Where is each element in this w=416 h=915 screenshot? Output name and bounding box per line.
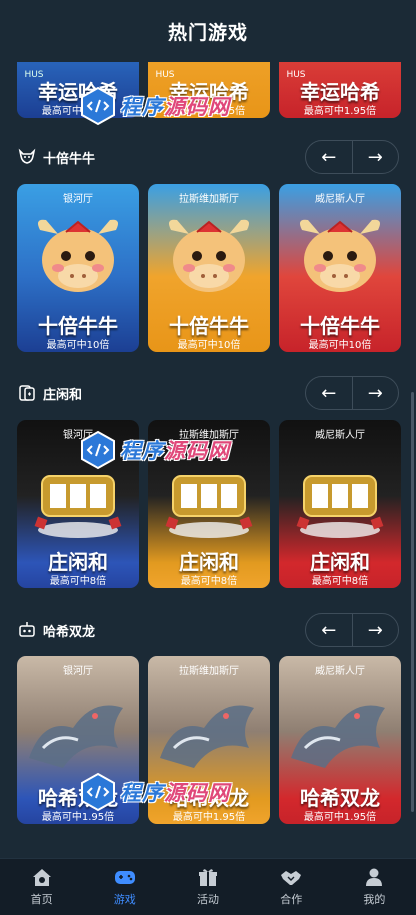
card-game-name: 哈希双龙 — [300, 786, 380, 810]
watermark-logo-icon — [81, 430, 115, 470]
watermark-text: 程序源码网 — [120, 439, 230, 463]
card-hall: 拉斯维加斯厅 — [179, 194, 239, 205]
app-header: 热门游戏 — [0, 0, 416, 62]
card-game-name: 庄闲和 — [179, 550, 239, 574]
watermark-logo-icon — [81, 772, 115, 812]
arrow-right-icon: → — [367, 146, 383, 168]
card-subtitle: 最高可中10倍 — [177, 340, 241, 351]
bull-mascot-icon — [161, 208, 257, 308]
card-subtitle: 最高可中1.95倍 — [303, 812, 377, 823]
card-hall: 银河厅 — [63, 666, 93, 677]
tab-mine[interactable]: 我的 — [333, 859, 416, 915]
arrow-left-icon: ← — [321, 619, 337, 641]
card-subtitle: 最高可中1.95倍 — [303, 106, 377, 117]
bull-icon — [17, 147, 37, 167]
card-hall: 拉斯维加斯厅 — [179, 666, 239, 677]
tab-label: 我的 — [363, 893, 386, 906]
game-card[interactable]: 威尼斯人厅 庄闲和 最高可中8倍 — [279, 420, 401, 588]
carousel-arrows: ← → — [305, 140, 399, 174]
card-hall: 威尼斯人厅 — [315, 194, 365, 205]
card-game-name: 庄闲和 — [48, 550, 108, 574]
section-title: 哈希双龙 — [43, 624, 96, 640]
card-game-name: 十倍牛牛 — [38, 314, 118, 338]
bottom-tab-bar: 首页 游戏 活动 合作 我的 — [0, 858, 416, 915]
page-title: 热门游戏 — [167, 21, 248, 44]
handshake-icon — [281, 871, 302, 885]
gift-icon — [199, 869, 217, 886]
watermark: 程序源码网 — [76, 428, 230, 472]
slot-machine-icon — [159, 460, 259, 544]
scrollbar[interactable] — [411, 392, 414, 812]
next-button[interactable]: → — [353, 614, 399, 646]
tab-label: 活动 — [197, 893, 219, 906]
card-subtitle: 最高可中10倍 — [308, 340, 372, 351]
tab-cooperation[interactable]: 合作 — [250, 859, 333, 915]
gamepad-icon — [114, 871, 135, 884]
watermark-text: 程序源码网 — [120, 781, 230, 805]
card-game-name: 十倍牛牛 — [300, 314, 380, 338]
card-subtitle: 最高可中8倍 — [180, 576, 238, 587]
tab-label: 首页 — [30, 893, 53, 906]
tab-label: 游戏 — [113, 893, 136, 906]
game-card[interactable]: HUS 幸运哈希 最高可中1.95倍 — [279, 62, 401, 118]
arrow-left-icon: ← — [321, 146, 337, 168]
next-button[interactable]: → — [353, 141, 399, 173]
tab-games[interactable]: 游戏 — [83, 859, 166, 915]
bull-mascot-icon — [292, 208, 388, 308]
home-icon — [32, 869, 51, 886]
card-subtitle: 最高可中10倍 — [46, 340, 110, 351]
game-card[interactable]: 威尼斯人厅 十倍牛牛 最高可中10倍 — [279, 184, 401, 352]
card-subtitle: 最高可中8倍 — [311, 576, 369, 587]
prev-button[interactable]: ← — [306, 377, 352, 409]
card-game-name: 庄闲和 — [310, 550, 370, 574]
dragon-art-icon — [285, 678, 395, 782]
tab-home[interactable]: 首页 — [0, 859, 83, 915]
slot-machine-icon — [28, 460, 128, 544]
watermark-logo-icon — [81, 86, 115, 126]
watermark: 程序源码网 — [76, 770, 230, 814]
prev-button[interactable]: ← — [306, 141, 352, 173]
slot-machine-icon — [290, 460, 390, 544]
dragon-art-icon — [154, 678, 264, 782]
playing-cards-icon — [17, 383, 37, 403]
arrow-right-icon: → — [367, 382, 383, 404]
watermark-text: 程序源码网 — [120, 95, 230, 119]
game-card[interactable]: 拉斯维加斯厅 十倍牛牛 最高可中10倍 — [148, 184, 270, 352]
card-game-name: 幸运哈希 — [300, 80, 380, 104]
robot-icon — [17, 620, 37, 640]
game-card[interactable]: 银河厅 十倍牛牛 最高可中10倍 — [17, 184, 139, 352]
card-game-name: 十倍牛牛 — [169, 314, 249, 338]
next-button[interactable]: → — [353, 377, 399, 409]
user-icon — [366, 868, 383, 886]
card-hall: 威尼斯人厅 — [315, 666, 365, 677]
section-title: 十倍牛牛 — [43, 151, 96, 167]
prev-button[interactable]: ← — [306, 614, 352, 646]
card-hall: 银河厅 — [63, 194, 93, 205]
section-header-baccarat: 庄闲和 ← → — [17, 376, 399, 410]
carousel-arrows: ← → — [305, 376, 399, 410]
tab-label: 合作 — [280, 893, 303, 906]
section-title: 庄闲和 — [43, 387, 83, 403]
carousel-arrows: ← → — [305, 613, 399, 647]
section-header-dragon: 哈希双龙 ← → — [17, 613, 399, 647]
card-subtitle: 最高可中8倍 — [49, 576, 107, 587]
card-hall: 威尼斯人厅 — [315, 430, 365, 441]
arrow-left-icon: ← — [321, 382, 337, 404]
bull-mascot-icon — [30, 208, 126, 308]
dragon-art-icon — [23, 678, 133, 782]
tab-activity[interactable]: 活动 — [166, 859, 249, 915]
section-header-niuniu: 十倍牛牛 ← → — [17, 140, 399, 174]
niuniu-card-row: 银河厅 十倍牛牛 最高可中10倍 拉斯维加斯厅 十倍牛牛 最高可中10倍 威尼斯… — [17, 184, 401, 352]
arrow-right-icon: → — [367, 619, 383, 641]
watermark: 程序源码网 — [76, 84, 230, 128]
game-card[interactable]: 威尼斯人厅 哈希双龙 最高可中1.95倍 — [279, 656, 401, 824]
